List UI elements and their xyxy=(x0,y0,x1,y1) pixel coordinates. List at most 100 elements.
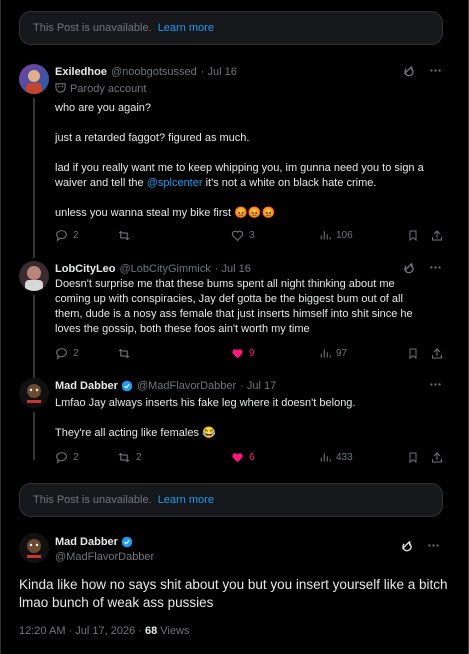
tweet-date[interactable]: · Jul 17 xyxy=(240,380,276,392)
timeline-column: This Post is unavailable. Learn more Exi… xyxy=(0,0,469,654)
unavailable-text: This Post is unavailable. xyxy=(33,22,152,34)
reply-count: 2 xyxy=(73,230,79,241)
tweet-text: Lmfao Jay always inserts his fake leg wh… xyxy=(55,396,440,441)
reply-count: 2 xyxy=(73,452,79,463)
like-button[interactable]: 6 xyxy=(231,451,255,464)
share-button[interactable] xyxy=(431,347,443,360)
avatar[interactable] xyxy=(19,378,49,408)
avatar[interactable] xyxy=(19,64,49,94)
grok-icon[interactable] xyxy=(400,539,413,552)
reply-icon xyxy=(56,452,67,464)
repost-button[interactable] xyxy=(117,229,136,242)
repost-icon xyxy=(118,230,130,241)
author-name[interactable]: LobCityLeo xyxy=(55,263,116,275)
reply-button[interactable]: 2 xyxy=(55,451,79,464)
repost-icon xyxy=(118,452,130,463)
bookmark-button[interactable] xyxy=(407,451,419,464)
main-tweet-line: Kinda like how no says shit about you bu… xyxy=(19,577,448,592)
main-author-name[interactable]: Mad Dabber xyxy=(55,536,133,548)
views-icon xyxy=(320,231,331,240)
views-count: 106 xyxy=(336,229,353,241)
tweet-line: Lmfao Jay always inserts his fake leg wh… xyxy=(55,397,356,409)
author-name[interactable]: Mad Dabber xyxy=(55,380,118,392)
like-icon xyxy=(232,349,243,359)
tweet-line: unless you wanna steal my bike first 😡😡😡 xyxy=(55,207,276,219)
avatar[interactable] xyxy=(19,261,49,291)
views-count: 433 xyxy=(336,451,353,463)
tweet-top-actions xyxy=(402,261,442,274)
tweet-top-actions xyxy=(402,64,442,77)
more-icon[interactable] xyxy=(429,261,442,274)
unavailable-text: This Post is unavailable. xyxy=(33,494,152,506)
thread-line xyxy=(33,295,35,379)
share-icon xyxy=(432,348,442,359)
verified-icon xyxy=(121,536,133,548)
tweet-line: loves the gossip, both these foos ain't … xyxy=(55,323,310,335)
parody-label: Parody account xyxy=(70,83,147,95)
timestamp[interactable]: 12:20 AM · Jul 17, 2026 · xyxy=(19,625,145,637)
views-button[interactable]: 97 xyxy=(319,347,347,359)
like-icon xyxy=(232,453,243,463)
author-name[interactable]: Exiledhoe xyxy=(55,66,107,78)
share-button[interactable] xyxy=(431,451,443,464)
learn-more-link[interactable]: Learn more xyxy=(158,494,214,506)
views-label: Views xyxy=(157,625,190,637)
views-button[interactable]: 106 xyxy=(319,229,353,241)
more-icon[interactable] xyxy=(429,378,442,391)
tweet-header: Mad Dabber @MadFlavorDabber · Jul 17 xyxy=(55,380,276,392)
bookmark-button[interactable] xyxy=(407,229,419,242)
reply-count: 2 xyxy=(73,348,79,359)
repost-button[interactable] xyxy=(117,347,136,360)
bookmark-icon xyxy=(409,452,417,463)
tweet-date[interactable]: · Jul 16 xyxy=(215,263,251,275)
author-handle[interactable]: @LobCityGimmick xyxy=(120,263,211,275)
mention-link[interactable]: @splcenter xyxy=(147,177,203,189)
bookmark-icon xyxy=(409,230,417,241)
learn-more-link[interactable]: Learn more xyxy=(158,22,214,34)
tweet-line: They're all acting like females 😂 xyxy=(55,427,216,439)
reply-tweet[interactable]: Exiledhoe @noobgotsussed · Jul 16 Parody… xyxy=(1,64,469,258)
main-top-actions xyxy=(400,539,440,552)
views-icon xyxy=(320,453,331,462)
main-author-handle[interactable]: @MadFlavorDabber xyxy=(55,551,154,563)
bookmark-button[interactable] xyxy=(407,347,419,360)
author-handle[interactable]: @noobgotsussed xyxy=(111,66,197,78)
tweet-line: them, dude is a nosy ass female that jus… xyxy=(55,308,413,320)
repost-button[interactable]: 2 xyxy=(117,451,142,464)
avatar[interactable] xyxy=(19,533,49,563)
tweet-line: lad if you really want me to keep whippi… xyxy=(55,162,424,174)
reply-tweet[interactable]: Mad Dabber @MadFlavorDabber · Jul 17 Lmf… xyxy=(1,378,469,468)
like-count: 6 xyxy=(249,452,255,463)
tweet-actions: 2 9 97 xyxy=(55,347,445,363)
reply-button[interactable]: 2 xyxy=(55,229,79,242)
tweet-date[interactable]: · Jul 16 xyxy=(201,66,237,78)
more-icon[interactable] xyxy=(429,64,442,77)
parody-badge: Parody account xyxy=(55,82,146,96)
share-icon xyxy=(432,230,442,241)
share-button[interactable] xyxy=(431,229,443,242)
tweet-line: waiver and tell the @splcenter it's not … xyxy=(55,177,377,189)
tweet-text: Doesn't surprise me that these bums spen… xyxy=(55,277,440,337)
like-count: 9 xyxy=(249,348,255,359)
like-button[interactable]: 3 xyxy=(231,229,255,242)
author-handle[interactable]: @MadFlavorDabber xyxy=(137,380,236,392)
like-icon xyxy=(231,230,244,242)
unavailable-post-notice: This Post is unavailable. Learn more xyxy=(19,483,443,517)
views-count: 97 xyxy=(336,347,348,359)
thread-line xyxy=(33,98,35,258)
views-count: 68 xyxy=(144,625,158,637)
grok-icon[interactable] xyxy=(402,64,415,77)
like-button[interactable]: 9 xyxy=(231,347,255,360)
tweet-actions: 2 3 106 xyxy=(55,229,445,245)
parody-icon xyxy=(55,82,66,96)
reply-tweet[interactable]: LobCityLeo @LobCityGimmick · Jul 16 Does… xyxy=(1,261,469,379)
views-button[interactable]: 433 xyxy=(319,451,353,463)
grok-icon[interactable] xyxy=(402,261,415,274)
verified-icon xyxy=(121,380,133,392)
repost-count: 2 xyxy=(136,452,142,463)
main-tweet-line: lmao bunch of weak ass pussies xyxy=(19,595,214,610)
reply-button[interactable]: 2 xyxy=(55,347,79,360)
more-icon[interactable] xyxy=(427,539,440,552)
tweet-header: LobCityLeo @LobCityGimmick · Jul 16 xyxy=(55,263,251,275)
like-count: 3 xyxy=(249,230,255,241)
